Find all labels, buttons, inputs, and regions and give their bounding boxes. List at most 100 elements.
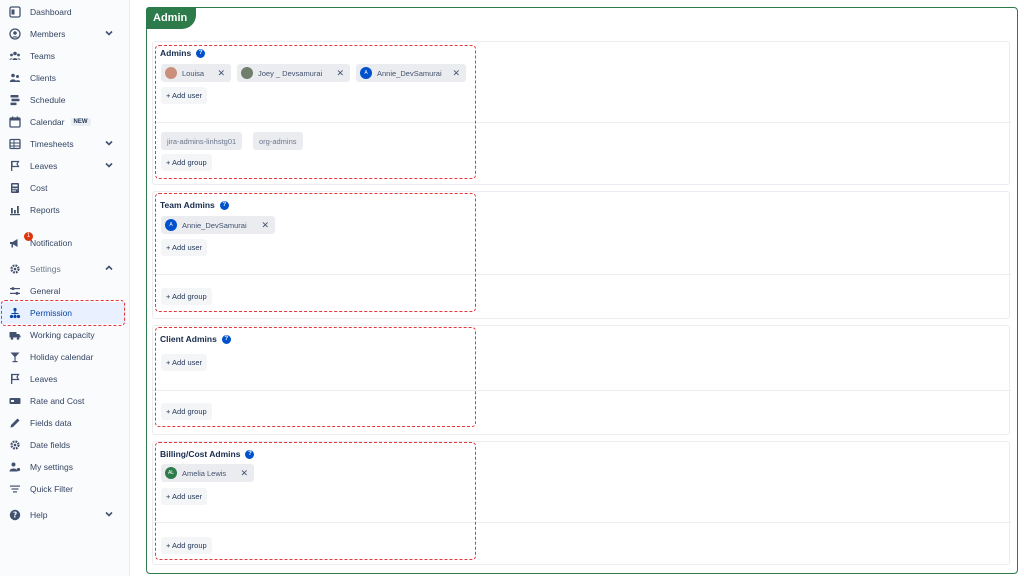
sidebar-item-clients[interactable]: Clients [0, 67, 126, 89]
sidebar-item-general[interactable]: General [0, 280, 126, 302]
add-user-button[interactable]: + Add user [161, 87, 208, 104]
new-badge: NEW [70, 118, 91, 126]
sidebar-item-help[interactable]: ? Help [0, 504, 126, 526]
section-title: Team Admins ? [160, 200, 229, 210]
sidebar-item-quick-filter[interactable]: Quick Filter [0, 478, 126, 500]
calendar-icon [8, 115, 22, 129]
sidebar-item-my-settings[interactable]: My settings [0, 456, 126, 478]
sidebar-item-label: Reports [30, 205, 60, 215]
close-icon[interactable]: ✕ [211, 68, 225, 79]
sidebar-item-label: Help [30, 510, 48, 520]
section-team-admins: Team Admins ? A Annie_DevSamurai ✕ + Add… [152, 191, 1011, 319]
sidebar-item-members[interactable]: Members [0, 23, 126, 45]
sidebar-item-permission[interactable]: Permission [0, 302, 126, 324]
add-group-button[interactable]: + Add group [161, 154, 212, 171]
cocktail-icon [8, 350, 22, 364]
section-title: Billing/Cost Admins ? [160, 449, 255, 459]
user-chip: A Annie_DevSamurai ✕ [356, 64, 466, 82]
section-title: Client Admins ? [160, 334, 231, 344]
user-chip: AL Amelia Lewis ✕ [161, 464, 254, 482]
sidebar-item-label: Teams [30, 51, 56, 61]
sidebar-item-leaves[interactable]: Leaves [0, 155, 126, 177]
sidebar-item-fields-data[interactable]: Fields data [0, 412, 126, 434]
rate-icon [8, 394, 22, 408]
add-group-button[interactable]: + Add group [161, 537, 212, 554]
group-chip[interactable]: org-admins [253, 132, 303, 150]
dashboard-icon [8, 5, 22, 19]
flag-icon [8, 159, 22, 173]
reports-icon [8, 203, 22, 217]
add-user-button[interactable]: + Add user [161, 239, 208, 256]
flag-icon [8, 372, 22, 386]
sidebar-item-label: Working capacity [30, 330, 95, 340]
sidebar-item-label: Notification [30, 238, 73, 248]
add-group-button[interactable]: + Add group [161, 403, 212, 420]
divider [153, 274, 1011, 275]
sidebar-item-label: Permission [30, 308, 73, 318]
svg-text:?: ? [13, 511, 17, 520]
hierarchy-icon [8, 306, 22, 320]
add-user-button[interactable]: + Add user [161, 354, 208, 371]
sidebar-item-label: Date fields [30, 440, 71, 450]
sidebar-item-label: Cost [30, 183, 48, 193]
sidebar-item-calendar[interactable]: Calendar NEW [0, 111, 126, 133]
sidebar-item-cost[interactable]: Cost [0, 177, 126, 199]
help-icon[interactable]: ? [221, 334, 231, 344]
chevron-down-icon[interactable] [104, 28, 114, 38]
divider [153, 390, 1011, 391]
pencil-icon [8, 416, 22, 430]
sidebar-item-timesheets[interactable]: Timesheets [0, 133, 126, 155]
sidebar-item-label: Dashboard [30, 7, 72, 17]
clients-icon [8, 71, 22, 85]
avatar: AL [165, 467, 177, 479]
close-icon[interactable]: ✕ [330, 68, 344, 79]
sidebar-item-label: General [30, 286, 61, 296]
section-billing-cost-admins: Billing/Cost Admins ? AL Amelia Lewis ✕ … [152, 441, 1011, 565]
sliders-icon [8, 284, 22, 298]
user-chip: Joey _ Devsamurai ✕ [237, 64, 350, 82]
sidebar-item-reports[interactable]: Reports [0, 199, 126, 221]
schedule-icon [8, 93, 22, 107]
filter-icon [8, 482, 22, 496]
add-user-button[interactable]: + Add user [161, 488, 208, 505]
sidebar-item-label: Schedule [30, 95, 66, 105]
sidebar-item-settings-leaves[interactable]: Leaves [0, 368, 126, 390]
sidebar-item-label: Holiday calendar [30, 352, 94, 362]
user-chip: Louisa ✕ [161, 64, 231, 82]
chevron-down-icon[interactable] [104, 138, 114, 148]
user-chip: A Annie_DevSamurai ✕ [161, 216, 275, 234]
sidebar-item-label: Members [30, 29, 66, 39]
gear-icon [8, 262, 22, 276]
help-icon[interactable]: ? [245, 449, 255, 459]
sidebar-item-date-fields[interactable]: Date fields [0, 434, 126, 456]
sidebar-item-working-capacity[interactable]: Working capacity [0, 324, 126, 346]
close-icon[interactable]: ✕ [234, 468, 248, 479]
sidebar-item-label: Settings [30, 264, 61, 274]
sidebar-item-dashboard[interactable]: Dashboard [0, 1, 126, 23]
close-icon[interactable]: ✕ [255, 220, 269, 231]
help-icon[interactable]: ? [196, 48, 206, 58]
avatar: A [165, 219, 177, 231]
add-group-button[interactable]: + Add group [161, 288, 212, 305]
sidebar-item-schedule[interactable]: Schedule [0, 89, 126, 111]
sidebar-item-settings[interactable]: Settings [0, 258, 126, 280]
avatar [241, 67, 253, 79]
sidebar-item-holiday-calendar[interactable]: Holiday calendar [0, 346, 126, 368]
chevron-down-icon[interactable] [104, 160, 114, 170]
help-icon[interactable]: ? [219, 200, 229, 210]
divider [153, 122, 1011, 123]
chevron-up-icon[interactable] [104, 263, 114, 273]
sidebar-item-label: Clients [30, 73, 56, 83]
divider [153, 522, 1011, 523]
group-chip[interactable]: jira-admins-linhstg01 [161, 132, 243, 150]
chevron-down-icon[interactable] [104, 509, 114, 519]
sidebar-item-notification[interactable]: 1 Notification [0, 232, 126, 254]
help-icon: ? [8, 508, 22, 522]
sidebar-item-label: Timesheets [30, 139, 74, 149]
cost-icon [8, 181, 22, 195]
sidebar-item-teams[interactable]: Teams [0, 45, 126, 67]
close-icon[interactable]: ✕ [446, 68, 460, 79]
sidebar-item-rate-and-cost[interactable]: Rate and Cost [0, 390, 126, 412]
members-icon [8, 27, 22, 41]
sidebar-item-label: Calendar [30, 117, 65, 127]
